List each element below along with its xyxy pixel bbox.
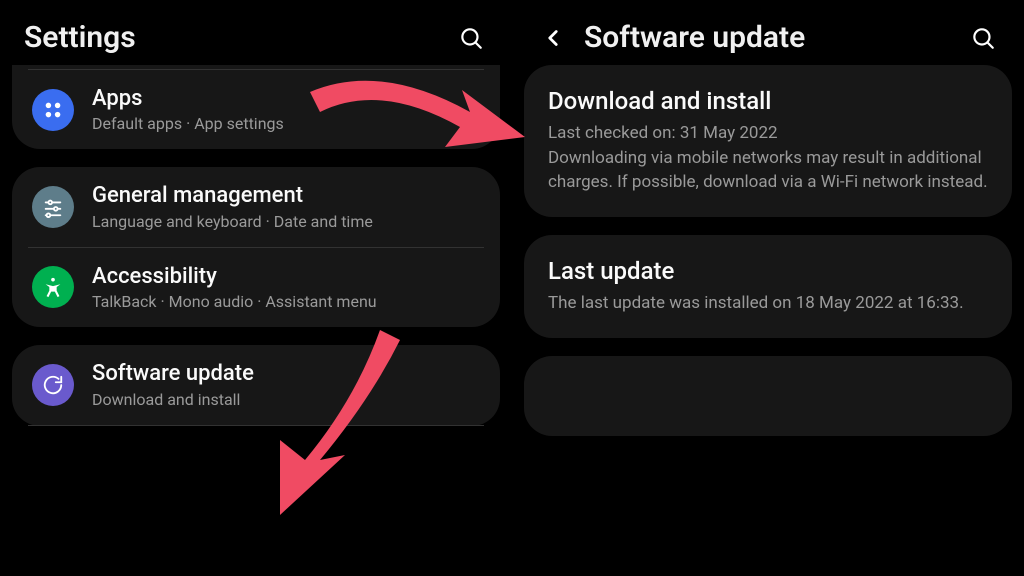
- settings-group: Apps Default apps · App settings: [12, 65, 500, 149]
- settings-item-text: Apps Default apps · App settings: [92, 86, 480, 133]
- download-and-install[interactable]: Download and install Last checked on: 31…: [524, 65, 1012, 217]
- settings-title: Settings: [24, 20, 440, 55]
- settings-item-text: Software update Download and install: [92, 361, 480, 408]
- settings-item-text: General management Language and keyboard…: [92, 183, 480, 230]
- last-update[interactable]: Last update The last update was installe…: [524, 235, 1012, 338]
- accessibility-icon: [32, 266, 74, 308]
- search-icon: [458, 25, 484, 51]
- software-update-screen: Software update Download and install Las…: [512, 0, 1024, 576]
- settings-item-label: Apps: [92, 86, 480, 112]
- empty-section: [524, 356, 1012, 436]
- search-icon: [970, 25, 996, 51]
- settings-item-text: Accessibility TalkBack · Mono audio · As…: [92, 264, 480, 311]
- section-sub: Last checked on: 31 May 2022 Downloading…: [548, 121, 988, 195]
- section-label: Last update: [548, 257, 988, 285]
- settings-group: Software update Download and install: [12, 345, 500, 425]
- settings-item-sub: Download and install: [92, 390, 480, 409]
- search-button[interactable]: [966, 21, 1000, 55]
- settings-item-general-management[interactable]: General management Language and keyboard…: [28, 167, 484, 246]
- settings-item-label: Software update: [92, 361, 480, 387]
- settings-item-software-update[interactable]: Software update Download and install: [28, 345, 484, 425]
- settings-item-sub: TalkBack · Mono audio · Assistant menu: [92, 292, 480, 311]
- settings-group: General management Language and keyboard…: [12, 167, 500, 327]
- software-update-title: Software update: [584, 20, 952, 55]
- settings-item-label: Accessibility: [92, 264, 480, 290]
- section-sub: The last update was installed on 18 May …: [548, 291, 988, 316]
- settings-item-sub: Default apps · App settings: [92, 114, 480, 133]
- settings-item-label: General management: [92, 183, 480, 209]
- section-label: Download and install: [548, 87, 988, 115]
- software-update-topbar: Software update: [524, 0, 1012, 65]
- refresh-icon: [32, 364, 74, 406]
- settings-screen: Settings Apps Default apps · App setting…: [0, 0, 512, 576]
- back-button[interactable]: [536, 21, 570, 55]
- settings-item-accessibility[interactable]: Accessibility TalkBack · Mono audio · As…: [28, 247, 484, 327]
- settings-item-apps[interactable]: Apps Default apps · App settings: [28, 69, 484, 149]
- sliders-icon: [32, 186, 74, 228]
- settings-item-sub: Language and keyboard · Date and time: [92, 212, 480, 231]
- search-button[interactable]: [454, 21, 488, 55]
- apps-icon: [32, 89, 74, 131]
- chevron-left-icon: [540, 25, 566, 51]
- settings-topbar: Settings: [12, 0, 500, 65]
